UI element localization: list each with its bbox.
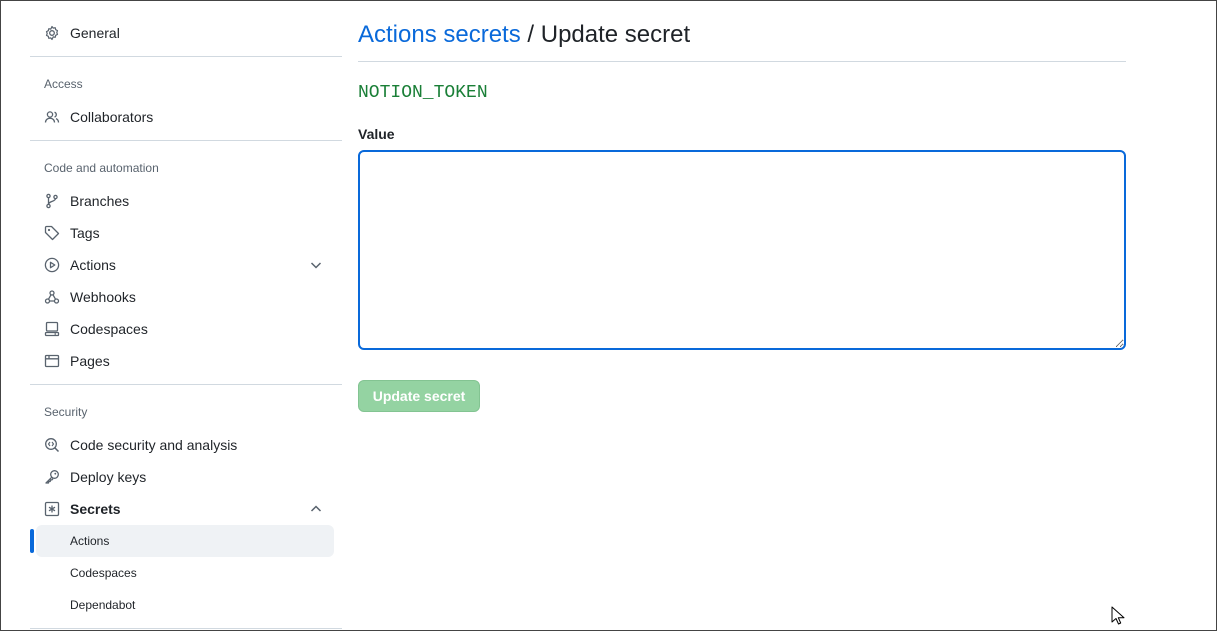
sidebar-subitem-actions[interactable]: Actions: [36, 525, 334, 557]
secret-value-textarea[interactable]: [358, 150, 1126, 350]
page-title: Actions secrets / Update secret: [358, 21, 690, 49]
sidebar-item-collaborators[interactable]: Collaborators: [36, 101, 334, 133]
sidebar-item-label: Webhooks: [70, 289, 136, 305]
sidebar-item-label: Secrets: [70, 501, 121, 517]
sidebar-item-label: General: [70, 25, 120, 41]
sidebar-item-label: Tags: [70, 225, 100, 241]
sidebar-item-branches[interactable]: Branches: [36, 185, 334, 217]
play-icon: [44, 257, 60, 273]
sidebar-item-label: Code security and analysis: [70, 437, 238, 453]
asterisk-box-icon: [44, 501, 60, 517]
sidebar-subitem-dependabot[interactable]: Dependabot: [36, 589, 334, 621]
key-icon: [44, 469, 60, 485]
chevron-down-icon[interactable]: [308, 257, 324, 273]
divider: [30, 628, 342, 629]
browser-icon: [44, 353, 60, 369]
git-branch-icon: [44, 193, 60, 209]
sidebar-item-label: Collaborators: [70, 109, 154, 125]
breadcrumb-link-actions-secrets[interactable]: Actions secrets: [358, 21, 521, 48]
sidebar-item-codespaces[interactable]: Codespaces: [36, 313, 334, 345]
mouse-pointer-icon: [1111, 606, 1125, 626]
tag-icon: [44, 225, 60, 241]
sidebar-item-code-security[interactable]: Code security and analysis: [36, 429, 334, 461]
webhook-icon: [44, 289, 60, 305]
section-title-access: Access: [44, 77, 83, 91]
title-divider: [358, 61, 1126, 62]
people-icon: [44, 109, 60, 125]
sidebar-item-deploy-keys[interactable]: Deploy keys: [36, 461, 334, 493]
section-title-security: Security: [44, 405, 88, 419]
breadcrumb-separator: /: [520, 21, 541, 48]
secret-name: NOTION_TOKEN: [358, 83, 488, 103]
chevron-up-icon[interactable]: [308, 501, 324, 517]
gear-icon: [44, 25, 60, 41]
sidebar-item-label: Actions: [70, 257, 116, 273]
sidebar-item-pages[interactable]: Pages: [36, 345, 334, 377]
sidebar-subitem-codespaces[interactable]: Codespaces: [36, 557, 334, 589]
sidebar-item-webhooks[interactable]: Webhooks: [36, 281, 334, 313]
value-label: Value: [358, 126, 395, 142]
breadcrumb-current: Update secret: [540, 21, 691, 48]
sidebar-item-label: Codespaces: [70, 321, 148, 337]
update-secret-button[interactable]: Update secret: [358, 380, 480, 412]
active-indicator: [30, 529, 34, 553]
section-title-code-automation: Code and automation: [44, 161, 159, 175]
sidebar-item-tags[interactable]: Tags: [36, 217, 334, 249]
divider: [30, 384, 342, 385]
sidebar-item-general[interactable]: General: [36, 17, 334, 49]
divider: [30, 140, 342, 141]
sidebar-item-secrets[interactable]: Secrets: [36, 493, 334, 525]
codespaces-icon: [44, 321, 60, 337]
codescan-icon: [44, 437, 60, 453]
divider: [30, 56, 342, 57]
sidebar-item-label: Deploy keys: [70, 469, 147, 485]
sidebar-item-actions[interactable]: Actions: [36, 249, 334, 281]
sidebar-item-label: Branches: [70, 193, 130, 209]
sidebar-item-label: Pages: [70, 353, 110, 369]
